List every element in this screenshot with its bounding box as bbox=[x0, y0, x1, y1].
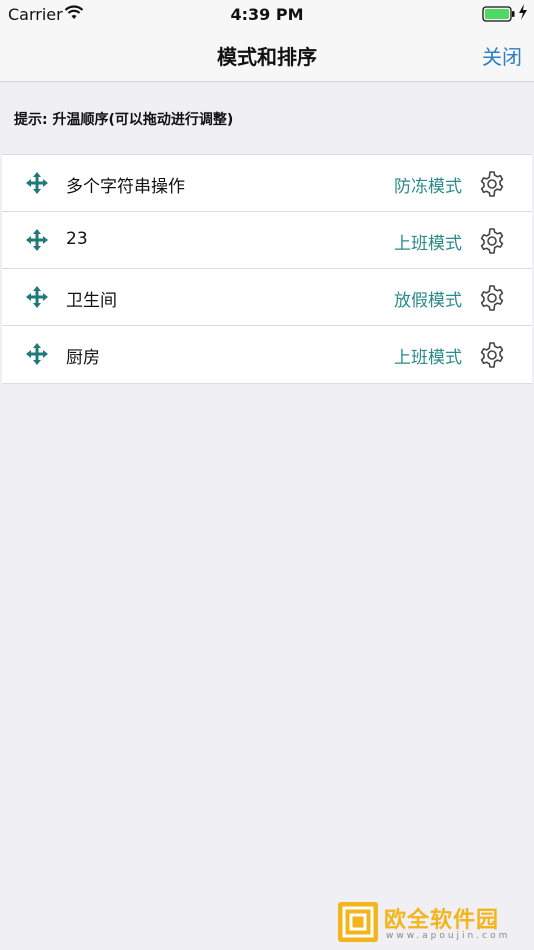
room-name: 多个字符串操作 bbox=[66, 177, 185, 197]
mode-label[interactable]: 上班模式 bbox=[394, 343, 462, 368]
list-item[interactable]: 厨房 上班模式 bbox=[2, 326, 532, 383]
mode-list: 多个字符串操作 防冻模式 23 上班模式 卫生间 放假模式 厨房 上班模式 bbox=[2, 154, 532, 384]
room-name: 厨房 bbox=[66, 348, 100, 368]
list-item[interactable]: 多个字符串操作 防冻模式 bbox=[2, 155, 532, 212]
gear-icon[interactable] bbox=[478, 227, 506, 259]
mode-label[interactable]: 放假模式 bbox=[394, 286, 462, 311]
page-title: 模式和排序 bbox=[217, 45, 317, 69]
sort-hint: 提示: 升温顺序(可以拖动进行调整) bbox=[14, 112, 234, 128]
room-name: 23 bbox=[66, 229, 88, 249]
drag-handle-icon[interactable] bbox=[25, 171, 49, 199]
status-bar: Carrier 4:39 PM bbox=[0, 0, 534, 28]
mode-label[interactable]: 上班模式 bbox=[394, 229, 462, 254]
mode-label[interactable]: 防冻模式 bbox=[394, 172, 462, 197]
watermark-logo-icon bbox=[338, 902, 378, 942]
list-item[interactable]: 卫生间 放假模式 bbox=[2, 269, 532, 326]
close-button[interactable]: 关闭 bbox=[482, 41, 522, 70]
gear-icon[interactable] bbox=[478, 170, 506, 202]
drag-handle-icon[interactable] bbox=[25, 228, 49, 256]
charging-bolt-icon bbox=[518, 4, 528, 24]
room-name: 卫生间 bbox=[66, 291, 117, 311]
battery-icon bbox=[482, 6, 516, 26]
status-time: 4:39 PM bbox=[230, 5, 304, 24]
navigation-bar: 模式和排序 关闭 bbox=[0, 28, 534, 82]
drag-handle-icon[interactable] bbox=[25, 342, 49, 370]
list-item[interactable]: 23 上班模式 bbox=[2, 212, 532, 269]
drag-handle-icon[interactable] bbox=[25, 285, 49, 313]
watermark: 欧全软件园 www.apoujin.com bbox=[338, 900, 530, 946]
gear-icon[interactable] bbox=[478, 341, 506, 373]
watermark-url: www.apoujin.com bbox=[386, 931, 511, 941]
watermark-text: 欧全软件园 bbox=[384, 908, 500, 933]
gear-icon[interactable] bbox=[478, 284, 506, 316]
